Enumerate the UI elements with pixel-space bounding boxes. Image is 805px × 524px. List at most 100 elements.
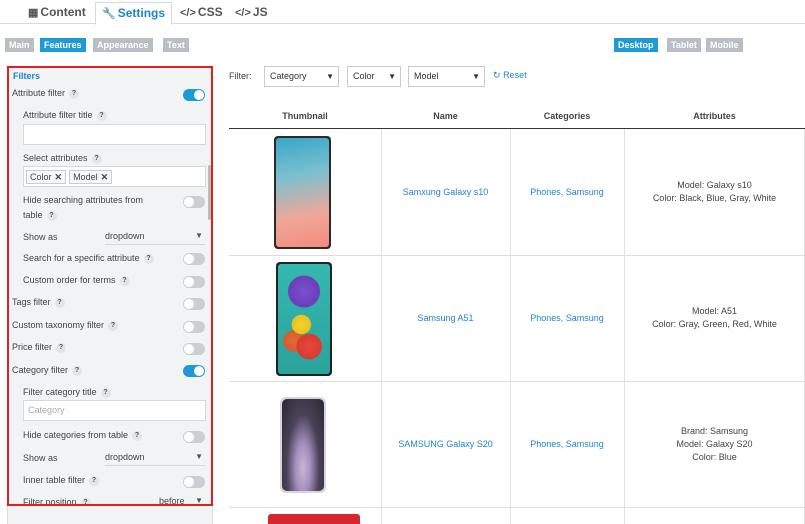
filters-panel-overflow [7, 506, 213, 524]
phone-screen [276, 138, 329, 247]
help-icon[interactable]: ? [91, 153, 102, 164]
filter-label: Filter: [229, 71, 252, 81]
custom-taxonomy-label: Custom taxonomy filter? [12, 320, 119, 331]
custom-taxonomy-toggle[interactable] [183, 321, 205, 333]
hide-categories-toggle[interactable] [183, 431, 205, 443]
product-attributes: Model: Galaxy s10 Color: Black, Blue, Gr… [652, 180, 777, 203]
help-icon[interactable]: ? [119, 275, 130, 286]
filter-category-title-label: Filter category title? [23, 387, 111, 398]
filter-position-label: Filter position? [23, 497, 91, 504]
header-categories[interactable]: Categories [510, 104, 624, 128]
subtab-features[interactable]: Features [40, 38, 86, 52]
custom-order-toggle[interactable] [183, 276, 205, 288]
subtab-main[interactable]: Main [5, 38, 34, 52]
top-tab-bar: ▦ Content 🔧 Settings </> CSS </> JS [0, 0, 805, 25]
product-thumbnail[interactable] [276, 262, 332, 376]
hide-categories-label: Hide categories from table? [23, 430, 143, 441]
attribute-filter-title-input[interactable] [23, 124, 206, 145]
reset-icon: ↻ [493, 70, 501, 80]
row-divider [229, 255, 805, 256]
chip-model: Model ✕ [69, 170, 113, 184]
filter-category-title-input[interactable]: Category [23, 400, 206, 421]
search-specific-toggle[interactable] [183, 253, 205, 265]
device-desktop[interactable]: Desktop [614, 38, 658, 52]
help-icon[interactable]: ? [132, 430, 143, 441]
category-filter-label: Category filter? [12, 365, 83, 376]
inner-table-filter-toggle[interactable] [183, 476, 205, 488]
product-categories-link[interactable]: Phones, Samsung [510, 438, 624, 451]
help-icon[interactable]: ? [56, 342, 67, 353]
search-specific-label: Search for a specific attribute? [23, 253, 154, 264]
select-attributes-input[interactable]: Color ✕ Model ✕ [23, 166, 206, 187]
help-icon[interactable]: ? [108, 320, 119, 331]
help-icon[interactable]: ? [69, 88, 80, 99]
help-icon[interactable]: ? [96, 110, 107, 121]
chevron-down-icon: ▼ [472, 72, 480, 81]
subtab-text[interactable]: Text [163, 38, 189, 52]
filter-position-select[interactable]: before ▼ [159, 496, 205, 505]
header-name[interactable]: Name [381, 104, 510, 128]
wrench-icon: 🔧 [102, 8, 116, 20]
panel-scrollbar[interactable] [208, 165, 211, 220]
tags-filter-toggle[interactable] [183, 298, 205, 310]
model-dropdown[interactable]: Model ▼ [408, 66, 485, 87]
show-as-2-select[interactable]: dropdown ▼ [105, 452, 205, 466]
tab-js[interactable]: </> JS [229, 2, 274, 24]
chevron-down-icon: ▼ [195, 231, 203, 240]
remove-icon[interactable]: ✕ [101, 172, 109, 182]
header-attributes[interactable]: Attributes [624, 104, 805, 128]
chevron-down-icon: ▼ [195, 452, 203, 461]
chevron-down-icon: ▼ [326, 72, 334, 81]
product-name-link[interactable]: Samsung A51 [381, 312, 510, 325]
tab-content[interactable]: ▦ Content [22, 2, 92, 24]
device-mobile[interactable]: Mobile [706, 38, 743, 52]
product-categories-link[interactable]: Phones, Samsung [510, 312, 624, 325]
attribute-filter-row: Attribute filter? [12, 88, 80, 99]
category-filter-toggle[interactable] [183, 365, 205, 377]
product-categories-link[interactable]: Phones, Samsung [510, 186, 624, 199]
show-as-label: Show as [23, 232, 58, 242]
grid-icon: ▦ [28, 7, 39, 19]
price-filter-toggle[interactable] [183, 343, 205, 355]
tab-css[interactable]: </> CSS [174, 2, 229, 24]
header-thumbnail[interactable]: Thumbnail [229, 104, 381, 128]
help-icon[interactable]: ? [80, 497, 91, 504]
subtab-appearance[interactable]: Appearance [93, 38, 153, 52]
category-dropdown[interactable]: Category ▼ [264, 66, 339, 87]
filters-title: Filters [13, 71, 41, 81]
product-name-link[interactable]: SAMSUNG Galaxy S20 [381, 438, 510, 451]
chevron-down-icon: ▼ [195, 496, 203, 505]
chevron-down-icon: ▼ [388, 72, 396, 81]
header-divider [229, 128, 805, 129]
product-name-link[interactable]: Samxung Galaxy s10 [381, 186, 510, 199]
reset-button[interactable]: ↻ Reset [493, 70, 527, 81]
phone-screen [282, 399, 324, 491]
product-thumbnail[interactable] [280, 397, 326, 493]
remove-icon[interactable]: ✕ [55, 172, 63, 182]
help-icon[interactable]: ? [100, 387, 111, 398]
price-filter-label: Price filter? [12, 342, 67, 353]
help-icon[interactable]: ? [46, 210, 57, 221]
filters-panel: Filters Attribute filter? Attribute filt… [7, 66, 213, 506]
custom-order-label: Custom order for terms? [23, 275, 130, 286]
product-attributes: Brand: Samsung Model: Galaxy S20 Color: … [676, 426, 753, 462]
show-as-2-label: Show as [23, 453, 58, 463]
tab-settings[interactable]: 🔧 Settings [95, 2, 173, 25]
select-attributes-label: Select attributes? [23, 153, 102, 164]
device-tablet[interactable]: Tablet [667, 38, 701, 52]
help-icon[interactable]: ? [89, 475, 100, 486]
attribute-filter-title-label: Attribute filter title? [23, 110, 107, 121]
row-divider [229, 381, 805, 382]
show-as-select[interactable]: dropdown ▼ [105, 231, 205, 245]
inner-table-filter-label: Inner table filter? [23, 475, 100, 486]
help-icon[interactable]: ? [54, 297, 65, 308]
hide-search-label: Hide searching attributes from [23, 195, 144, 205]
product-thumbnail[interactable] [268, 514, 360, 524]
help-icon[interactable]: ? [72, 365, 83, 376]
color-dropdown[interactable]: Color ▼ [347, 66, 401, 87]
code-icon: </> [180, 7, 196, 19]
attribute-filter-toggle[interactable] [183, 89, 205, 101]
product-thumbnail[interactable] [274, 136, 331, 249]
help-icon[interactable]: ? [143, 253, 154, 264]
hide-search-toggle[interactable] [183, 196, 205, 208]
